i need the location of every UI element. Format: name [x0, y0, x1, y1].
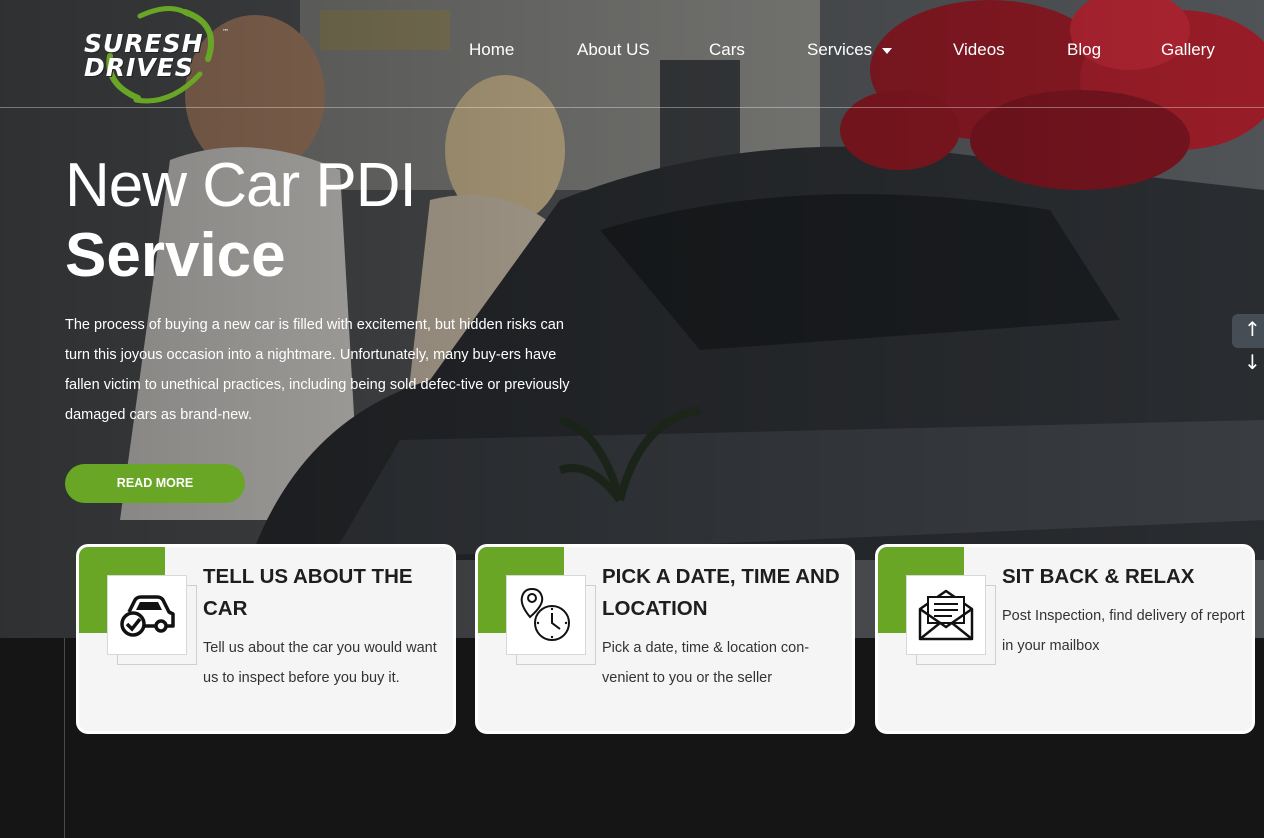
nav-cars[interactable]: Cars	[709, 40, 745, 60]
arrow-up-icon[interactable]: ↑	[1244, 317, 1261, 341]
nav-gallery[interactable]: Gallery	[1161, 40, 1215, 60]
card-title: PICK A DATE, TIME AND LOCATION	[602, 565, 840, 620]
nav-services-label: Services	[807, 40, 873, 59]
logo-trademark: ™	[222, 28, 229, 36]
feature-card-tell-us[interactable]: TELL US ABOUT THE CAR Tell us about the …	[76, 544, 456, 734]
hero-section: SURESH DRIVES ™ Home About US Cars Servi…	[0, 0, 1264, 638]
arrow-down-icon[interactable]: ↓	[1244, 350, 1261, 374]
hero-description: The process of buying a new car is fille…	[65, 317, 570, 423]
read-more-button[interactable]: READ MORE	[65, 464, 245, 503]
feature-card-pick-date[interactable]: PICK A DATE, TIME AND LOCATION Pick a da…	[475, 544, 855, 734]
slider-controls: ↑ ↓	[1232, 314, 1264, 380]
card-text: Post Inspection, find delivery of report…	[1002, 608, 1245, 654]
nav-home[interactable]: Home	[469, 40, 514, 60]
chevron-down-icon	[882, 47, 893, 54]
logo-text-drives: DRIVES	[84, 53, 194, 82]
nav-videos[interactable]: Videos	[953, 40, 1005, 60]
feature-card-sit-back[interactable]: SIT BACK & RELAX Post Inspection, find d…	[875, 544, 1255, 734]
card-text: Tell us about the car you would want us …	[203, 640, 437, 686]
location-clock-icon	[506, 575, 586, 655]
car-check-icon	[107, 575, 187, 655]
card-title: TELL US ABOUT THE CAR	[203, 565, 413, 620]
nav-blog[interactable]: Blog	[1067, 40, 1101, 60]
nav-about-us[interactable]: About US	[577, 40, 650, 60]
hero-title-bold: Service	[65, 221, 286, 290]
vertical-divider	[64, 638, 65, 838]
card-text: Pick a date, time & location con-venient…	[602, 640, 810, 686]
nav-services[interactable]: Services	[807, 40, 893, 60]
card-title: SIT BACK & RELAX	[1002, 565, 1195, 588]
envelope-icon	[906, 575, 986, 655]
site-header: SURESH DRIVES ™ Home About US Cars Servi…	[0, 0, 1264, 108]
site-logo[interactable]: SURESH DRIVES ™	[80, 4, 240, 104]
hero-title-light: New Car PDI	[65, 151, 417, 220]
